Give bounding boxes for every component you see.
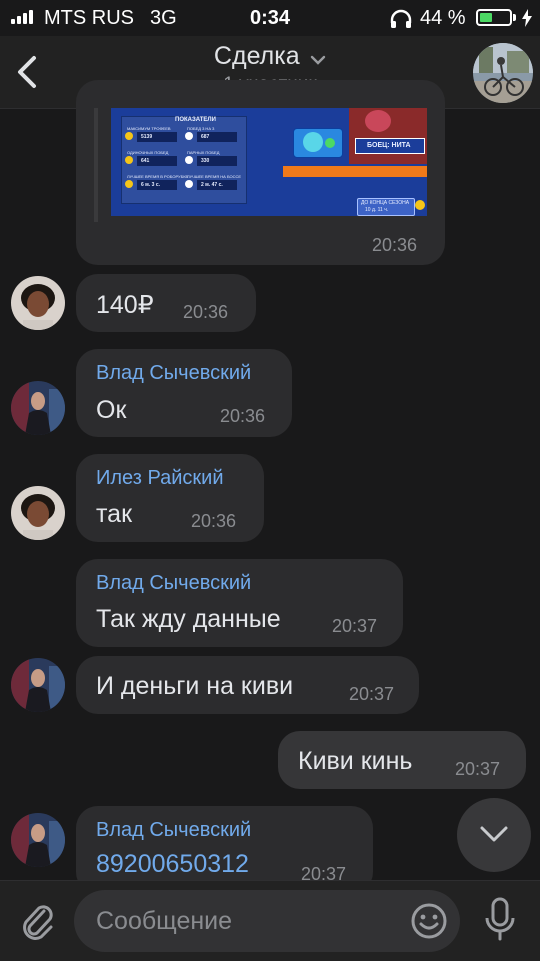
message-time: 20:36	[372, 235, 418, 255]
stat-value: 6 м. 3 с.	[141, 182, 160, 188]
microphone-icon[interactable]	[484, 897, 516, 943]
network-label: 3G	[150, 7, 177, 29]
message-input[interactable]: Сообщение	[74, 890, 460, 952]
season-value: 10 д. 11 ч.	[365, 207, 389, 213]
stat-icon	[125, 156, 133, 164]
message-placeholder: Сообщение	[96, 907, 233, 935]
message-time: 20:37	[349, 684, 395, 704]
chevron-down-icon	[480, 826, 508, 842]
message-text: Ок	[96, 396, 127, 424]
season-label: ДО КОНЦА СЕЗОНА	[361, 200, 410, 206]
stat-label: ПОБЕД 3 НА 3	[187, 126, 215, 131]
signal-icon	[11, 10, 33, 24]
avatar-vlad[interactable]	[11, 813, 65, 867]
message-text: так	[96, 500, 133, 528]
message-text: И деньги на киви	[96, 672, 294, 700]
sender-name[interactable]: Илез Райский	[96, 467, 224, 490]
stat-value: 2 м. 47 с.	[201, 182, 223, 188]
stat-value: 641	[141, 158, 150, 164]
sender-name[interactable]: Влад Сычевский	[96, 819, 251, 842]
battery-percent: 44 %	[420, 7, 466, 29]
clock: 0:34	[250, 7, 291, 29]
avatar-ilez[interactable]	[11, 276, 65, 330]
brawler-label: БОЕЦ: НИТА	[367, 142, 411, 149]
stat-label: ОДИНОЧНЫХ ПОБЕД	[127, 150, 169, 155]
avatar-vlad[interactable]	[11, 658, 65, 712]
message-time: 20:36	[183, 302, 229, 322]
message-time: 20:36	[191, 511, 237, 531]
message-time: 20:37	[332, 616, 378, 636]
message-text: 140₽	[96, 291, 154, 319]
message-text: Так жду данные	[96, 605, 281, 633]
paperclip-icon[interactable]	[20, 901, 56, 941]
message-text: Киви кинь	[298, 747, 413, 775]
stat-label: ЛУЧШЕЕ ВРЕМЯ В РОБОРУБКЕ	[127, 174, 189, 179]
message-time: 20:36	[220, 406, 266, 426]
chevron-down-icon	[310, 55, 326, 65]
stat-label: ПАРНЫХ ПОБЕД	[187, 150, 220, 155]
panel-title: ПОКАЗАТЕЛИ	[175, 117, 216, 123]
stat-label: ЛУЧШЕЕ ВРЕМЯ НА БОССЕ	[187, 174, 242, 179]
chat-title: Сделка	[213, 42, 300, 70]
sender-name[interactable]: Влад Сычевский	[96, 572, 251, 595]
carrier-label: MTS RUS	[44, 7, 134, 29]
phone-link[interactable]: 89200650312	[96, 850, 249, 879]
stat-icon	[185, 156, 193, 164]
image-scrollbar	[94, 108, 98, 222]
avatar-ilez[interactable]	[11, 486, 65, 540]
stat-value: 687	[201, 134, 210, 140]
chat-avatar[interactable]	[473, 43, 533, 103]
stat-value: 5139	[141, 134, 153, 140]
game-stats-screenshot[interactable]: ПОКАЗАТЕЛИ БОЕЦ: НИТА ДО КОНЦА СЕЗОНА 10…	[111, 108, 427, 216]
status-bar: MTS RUS 3G 0:34 44 %	[0, 0, 540, 36]
stat-icon	[185, 132, 193, 140]
stat-icon	[185, 180, 193, 188]
stat-label: МАКСИМУМ ТРОФЕЕВ	[127, 126, 171, 131]
battery-cap	[513, 14, 516, 21]
message-time: 20:37	[455, 759, 501, 779]
sender-name[interactable]: Влад Сычевский	[96, 362, 251, 385]
avatar-vlad[interactable]	[11, 381, 65, 435]
bolt-icon	[522, 9, 532, 27]
battery-icon	[476, 9, 512, 26]
smile-icon[interactable]	[410, 902, 448, 940]
stat-icon	[125, 132, 133, 140]
stat-value: 330	[201, 158, 210, 164]
message-composer: Сообщение	[0, 880, 540, 961]
headphones-icon	[390, 9, 412, 28]
scroll-down-button[interactable]	[457, 798, 531, 872]
stat-icon	[125, 180, 133, 188]
